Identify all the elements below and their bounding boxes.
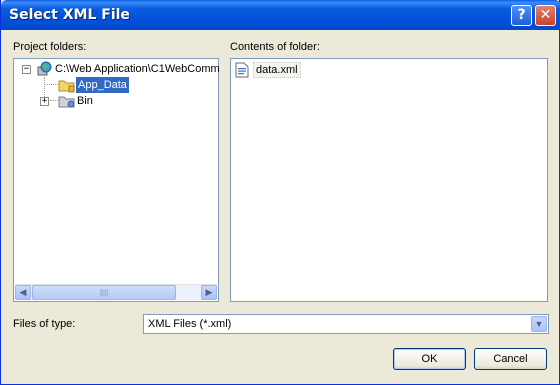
close-icon: ✕ [539, 7, 552, 23]
project-folders-label: Project folders: [13, 41, 87, 53]
scroll-right-button[interactable]: ▶ [201, 285, 217, 300]
help-icon: ? [517, 7, 526, 23]
horizontal-scrollbar[interactable]: ◀ |||| ▶ [15, 284, 217, 300]
title-bar[interactable]: Select XML File ? ✕ [1, 0, 560, 30]
tree-node-label: App_Data [76, 77, 129, 93]
chevron-right-icon: ▶ [205, 287, 213, 297]
project-folders-tree[interactable]: − C:\Web Application\C1WebComm App_Data [13, 58, 220, 302]
dropdown-button[interactable]: ▼ [531, 316, 547, 332]
chevron-down-icon: ▼ [534, 319, 544, 329]
folder-gear-icon [58, 93, 76, 114]
file-type-select[interactable]: XML Files (*.xml) ▼ [143, 314, 549, 334]
help-button[interactable]: ? [511, 5, 532, 26]
expand-icon[interactable]: + [40, 97, 49, 106]
close-button[interactable]: ✕ [535, 5, 556, 26]
chevron-left-icon: ◀ [19, 287, 27, 297]
contents-of-folder-label: Contents of folder: [230, 41, 320, 53]
tree-node-app-data[interactable]: App_Data [14, 77, 219, 93]
file-type-value: XML Files (*.xml) [148, 318, 232, 330]
tree-node-label: Bin [77, 95, 93, 107]
files-of-type-label: Files of type: [13, 318, 76, 330]
dialog-title: Select XML File [9, 7, 130, 23]
select-xml-file-dialog: Select XML File ? ✕ Project folders: Con… [0, 0, 560, 385]
tree-node-root[interactable]: − C:\Web Application\C1WebComm [14, 61, 220, 77]
contents-list[interactable]: data.xml [230, 58, 548, 302]
collapse-icon[interactable]: − [22, 65, 31, 74]
scroll-left-button[interactable]: ◀ [15, 285, 31, 300]
xml-file-icon [234, 62, 250, 83]
scrollbar-thumb[interactable]: |||| [32, 285, 176, 300]
cancel-button[interactable]: Cancel [474, 348, 547, 370]
tree-node-label: C:\Web Application\C1WebComm [55, 63, 220, 75]
file-name: data.xml [253, 62, 301, 78]
grip-icon: |||| [99, 288, 109, 297]
tree-node-bin[interactable]: + Bin [14, 93, 219, 109]
ok-button[interactable]: OK [393, 348, 466, 370]
